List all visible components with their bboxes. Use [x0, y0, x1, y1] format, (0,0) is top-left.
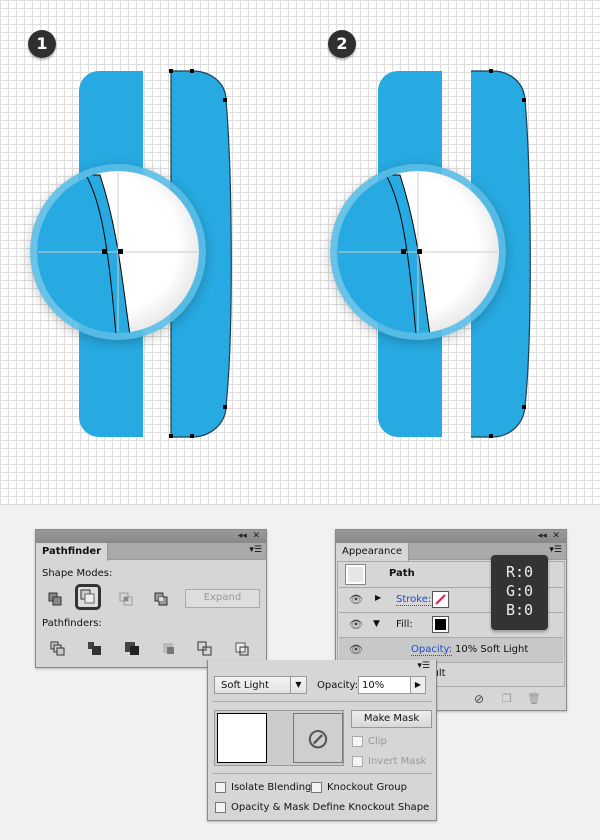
- isolate-blending-checkbox[interactable]: [215, 782, 226, 793]
- fill-label: Fill:: [396, 619, 413, 630]
- collapse-triangle-icon[interactable]: ▼: [373, 619, 380, 629]
- knockout-group-checkbox[interactable]: [311, 782, 322, 793]
- invert-mask-label: Invert Mask: [368, 756, 427, 767]
- path-thumbnail: [345, 564, 366, 585]
- merge-icon[interactable]: [123, 640, 141, 658]
- panel-menu-icon[interactable]: ▾☰: [417, 661, 430, 671]
- stroke-link[interactable]: Stroke:: [396, 594, 432, 606]
- opacity-input-value: 10%: [362, 680, 385, 691]
- opacity-slider-arrow-icon[interactable]: ▶: [410, 677, 425, 693]
- invert-mask-checkbox[interactable]: [352, 756, 363, 767]
- divider: [212, 701, 432, 702]
- mask-preview-area: ⊘: [214, 710, 344, 766]
- opacity-input[interactable]: 10% ▶: [358, 676, 426, 694]
- opacity-label: Opacity:: [317, 680, 359, 691]
- minus-front-button[interactable]: [75, 584, 101, 610]
- pathfinders-label: Pathfinders:: [42, 618, 102, 629]
- tab-appearance[interactable]: Appearance: [336, 543, 410, 561]
- clip-checkbox[interactable]: [352, 736, 363, 747]
- opacity-link[interactable]: Opacity:: [411, 644, 453, 656]
- divider: [212, 773, 432, 774]
- no-mask-icon[interactable]: ⊘: [293, 713, 343, 763]
- clear-appearance-icon[interactable]: ⊘: [474, 692, 484, 706]
- make-mask-button[interactable]: Make Mask: [351, 710, 432, 728]
- pathfinder-panel: ◂◂ ✕ Pathfinder ▾☰ Shape Modes: Expand Pa…: [35, 529, 267, 668]
- expand-button[interactable]: Expand: [185, 589, 260, 608]
- minus-back-icon[interactable]: [233, 640, 251, 658]
- opacity-value: 10% Soft Light: [455, 644, 529, 655]
- tab-pathfinder[interactable]: Pathfinder: [36, 543, 109, 561]
- rgb-tooltip: R:0 G:0 B:0: [491, 555, 548, 630]
- blue-value: B:0: [505, 601, 534, 619]
- opacity-mask-knockout-checkbox[interactable]: [215, 802, 226, 813]
- unite-icon[interactable]: [46, 590, 64, 608]
- object-type-label: Path: [389, 568, 415, 579]
- panel-menu-icon[interactable]: ▾☰: [249, 545, 262, 555]
- fill-swatch[interactable]: [432, 616, 449, 633]
- outline-icon[interactable]: [196, 640, 214, 658]
- green-value: G:0: [505, 582, 534, 600]
- crop-icon[interactable]: [160, 640, 178, 658]
- artboard: 1 2: [0, 0, 600, 505]
- clip-label: Clip: [368, 736, 387, 747]
- eye-icon[interactable]: 👁: [349, 618, 363, 631]
- trim-icon[interactable]: [85, 640, 103, 658]
- illustration: [30, 69, 531, 438]
- blend-mode-select[interactable]: Soft Light ▼: [214, 676, 307, 694]
- artwork-thumbnail[interactable]: [217, 713, 267, 763]
- red-value: R:0: [505, 563, 534, 581]
- chevron-down-icon[interactable]: ▼: [290, 677, 306, 693]
- expand-triangle-icon[interactable]: ▶: [375, 593, 381, 602]
- blend-mode-value: Soft Light: [221, 680, 269, 691]
- step1-artwork: [30, 69, 232, 438]
- panel-titlebar[interactable]: ◂◂ ✕: [36, 530, 266, 543]
- exclude-icon[interactable]: [152, 590, 170, 608]
- divide-icon[interactable]: [49, 640, 67, 658]
- transparency-panel: ▾☰ Soft Light ▼ Opacity: 10% ▶ ⊘ Make Mask…: [207, 660, 437, 821]
- delete-item-icon[interactable]: 🗑: [527, 692, 541, 705]
- panel-menu-icon[interactable]: ▾☰: [549, 545, 562, 555]
- duplicate-item-icon[interactable]: ❐: [502, 692, 512, 705]
- isolate-blending-label: Isolate Blending: [231, 782, 312, 793]
- stroke-none-swatch[interactable]: [432, 591, 449, 608]
- eye-icon[interactable]: 👁: [349, 643, 363, 656]
- step2-artwork: [330, 69, 531, 438]
- knockout-group-label: Knockout Group: [327, 782, 407, 793]
- opacity-mask-knockout-label: Opacity & Mask Define Knockout Shape: [231, 802, 430, 813]
- intersect-icon[interactable]: [117, 590, 135, 608]
- panel-titlebar[interactable]: ◂◂ ✕: [336, 530, 566, 543]
- shape-modes-label: Shape Modes:: [42, 568, 113, 579]
- eye-icon[interactable]: 👁: [349, 593, 363, 606]
